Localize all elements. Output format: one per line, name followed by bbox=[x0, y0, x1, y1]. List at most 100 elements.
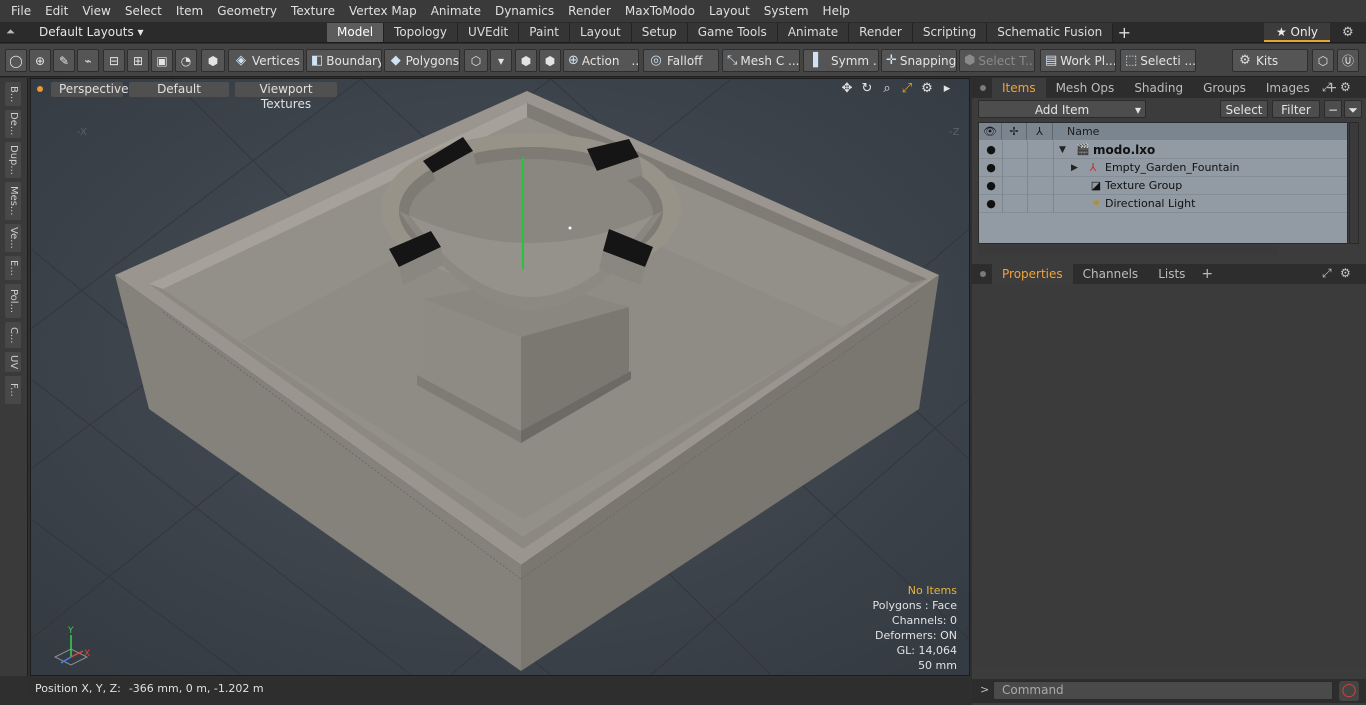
record-macro-icon[interactable]: ◯ bbox=[1339, 681, 1359, 701]
menu-render[interactable]: Render bbox=[561, 0, 618, 22]
item-row-directional-light[interactable]: ● ☀ Directional Light bbox=[979, 195, 1347, 213]
add-layout-tab-button[interactable]: + bbox=[1113, 23, 1135, 42]
mesh-constraint-button[interactable]: ⤡ Mesh C ... bbox=[722, 49, 800, 72]
vertices-button[interactable]: ◈ Vertices bbox=[228, 49, 304, 72]
command-input[interactable]: Command bbox=[993, 681, 1333, 700]
tab-groups[interactable]: Groups bbox=[1193, 78, 1256, 98]
viewport-menu-dot-icon[interactable] bbox=[37, 86, 43, 92]
symmetry-button[interactable]: ▐Symm ... bbox=[803, 49, 879, 72]
left-strip-tab-6[interactable]: Pol... bbox=[5, 284, 21, 318]
select-through-button[interactable]: ⬢ Select T... bbox=[959, 49, 1035, 72]
cube-select-icon[interactable]: ⬢ bbox=[515, 49, 537, 72]
menu-edit[interactable]: Edit bbox=[38, 0, 75, 22]
tab-lists[interactable]: Lists bbox=[1148, 264, 1195, 284]
properties-gear-icon[interactable]: ⚙ bbox=[1340, 266, 1351, 280]
menu-animate[interactable]: Animate bbox=[424, 0, 488, 22]
menu-vertex-map[interactable]: Vertex Map bbox=[342, 0, 424, 22]
tab-channels[interactable]: Channels bbox=[1073, 264, 1149, 284]
tab-images[interactable]: Images bbox=[1256, 78, 1320, 98]
menu-layout[interactable]: Layout bbox=[702, 0, 757, 22]
menu-maxtomodo[interactable]: MaxToModo bbox=[618, 0, 702, 22]
globe-icon[interactable]: ⊕ bbox=[29, 49, 51, 72]
menu-texture[interactable]: Texture bbox=[284, 0, 342, 22]
add-item-button[interactable]: Add Item ▾ bbox=[978, 100, 1146, 118]
viewport-textures-dropdown[interactable]: Viewport Textures bbox=[235, 81, 337, 111]
menu-system[interactable]: System bbox=[757, 0, 816, 22]
pen-icon[interactable]: ✎ bbox=[53, 49, 75, 72]
item-row-modo[interactable]: ● ▼ 🎬 modo.lxo bbox=[979, 141, 1347, 159]
layout-tab-topology[interactable]: Topology bbox=[384, 23, 459, 42]
layout-home-icon[interactable]: ⏶ bbox=[6, 25, 22, 40]
view-perspective-dropdown[interactable]: Perspective bbox=[51, 81, 129, 97]
layout-tab-schematic-fusion[interactable]: Schematic Fusion bbox=[987, 23, 1114, 42]
cube-settings-icon[interactable]: ⬢ bbox=[539, 49, 561, 72]
tab-properties[interactable]: Properties bbox=[992, 264, 1073, 284]
expand-arrow-icon[interactable]: ▶ bbox=[1071, 159, 1078, 177]
3d-viewport[interactable]: -X -Z Y X Perspective Default Viewport T… bbox=[30, 78, 970, 676]
layout-tab-uvedit[interactable]: UVEdit bbox=[458, 23, 520, 42]
left-strip-tab-9[interactable]: F... bbox=[5, 376, 21, 404]
layout-tab-scripting[interactable]: Scripting bbox=[912, 23, 988, 42]
left-strip-tab-5[interactable]: E... bbox=[5, 256, 21, 280]
visibility-eye-icon[interactable]: ● bbox=[983, 142, 999, 158]
viewport-expand-icon[interactable]: ▸ bbox=[939, 81, 955, 97]
panel-gear-icon[interactable]: ⚙ bbox=[1340, 80, 1351, 94]
layout-tab-setup[interactable]: Setup bbox=[631, 23, 688, 42]
layout-tab-game-tools[interactable]: Game Tools bbox=[687, 23, 778, 42]
center-icon[interactable]: ⊞ bbox=[127, 49, 149, 72]
menu-geometry[interactable]: Geometry bbox=[210, 0, 284, 22]
select-mode-circle-icon[interactable]: ◯ bbox=[5, 49, 27, 72]
visibility-eye-icon[interactable]: ● bbox=[983, 160, 999, 176]
kits-button[interactable]: ⚙ Kits bbox=[1232, 49, 1308, 72]
menu-view[interactable]: View bbox=[75, 0, 117, 22]
polygons-button[interactable]: ◆ Polygons bbox=[384, 49, 460, 72]
left-strip-tab-8[interactable]: UV bbox=[5, 352, 21, 372]
menu-dynamics[interactable]: Dynamics bbox=[488, 0, 561, 22]
properties-panel-menu-dot-icon[interactable] bbox=[980, 271, 986, 277]
left-strip-tab-3[interactable]: Mes... bbox=[5, 182, 21, 220]
item-row-texture-group[interactable]: ● ◪ Texture Group bbox=[979, 177, 1347, 195]
menu-help[interactable]: Help bbox=[816, 0, 857, 22]
boundary-button[interactable]: ◧ Boundary bbox=[306, 49, 382, 72]
action-center-button[interactable]: ⊕Action... bbox=[563, 49, 639, 72]
item-list-scrollbar[interactable] bbox=[1349, 122, 1359, 244]
viewport-gear-icon[interactable]: ⚙ bbox=[919, 81, 935, 97]
item-mode-icon[interactable]: ⬢ bbox=[201, 49, 225, 72]
visibility-eye-icon[interactable]: ● bbox=[983, 178, 999, 194]
menu-select[interactable]: Select bbox=[118, 0, 169, 22]
items-panel-menu-dot-icon[interactable] bbox=[980, 85, 986, 91]
default-layouts-dropdown[interactable]: Default Layouts ▾ bbox=[39, 22, 144, 43]
only-button[interactable]: ★ Only bbox=[1264, 23, 1330, 42]
chevron-down-icon[interactable]: ▾ bbox=[490, 49, 512, 72]
left-strip-tab-7[interactable]: C... bbox=[5, 322, 21, 348]
transform-icon[interactable]: ⊟ bbox=[103, 49, 125, 72]
left-strip-tab-4[interactable]: Ve... bbox=[5, 224, 21, 252]
tab-shading[interactable]: Shading bbox=[1124, 78, 1193, 98]
pan-icon[interactable]: ✥ bbox=[839, 81, 855, 97]
snapping-button[interactable]: ✛ Snapping bbox=[881, 49, 957, 72]
rotate-icon[interactable]: ◔ bbox=[175, 49, 197, 72]
zoom-icon[interactable]: ⌕ bbox=[879, 81, 895, 97]
layout-tab-animate[interactable]: Animate bbox=[777, 23, 850, 42]
visibility-eye-icon[interactable]: ● bbox=[983, 196, 999, 212]
gear-icon[interactable]: ⚙ bbox=[1342, 25, 1354, 40]
tab-mesh-ops[interactable]: Mesh Ops bbox=[1046, 78, 1125, 98]
expand-arrow-icon[interactable]: ▼ bbox=[1059, 141, 1066, 159]
left-strip-tab-2[interactable]: Dup... bbox=[5, 142, 21, 178]
select-button[interactable]: Select bbox=[1220, 100, 1268, 118]
left-strip-tab-0[interactable]: B... bbox=[5, 82, 21, 106]
properties-expand-icon[interactable]: ⤢ bbox=[1322, 266, 1332, 281]
unreal-icon[interactable]: Ⓤ bbox=[1337, 49, 1359, 72]
filter-button[interactable]: Filter bbox=[1272, 100, 1320, 118]
visibility-column-eye-icon[interactable]: 👁 bbox=[979, 123, 1002, 140]
left-strip-tab-1[interactable]: De... bbox=[5, 110, 21, 138]
layout-tab-render[interactable]: Render bbox=[849, 23, 913, 42]
collapse-icon[interactable]: − bbox=[1324, 100, 1342, 118]
tab-items[interactable]: Items bbox=[992, 78, 1046, 98]
item-list-horizontal-scrollbar[interactable] bbox=[978, 245, 1278, 255]
funnel-icon[interactable]: ⏷ bbox=[1344, 100, 1362, 118]
panel-expand-icon[interactable]: ⤢ bbox=[1322, 80, 1332, 95]
shading-default-dropdown[interactable]: Default bbox=[129, 81, 229, 97]
item-list[interactable]: 👁 ✢ ⅄ Name ● ▼ 🎬 modo.lxo ● ▶ ⅄ Empty_Ga… bbox=[978, 122, 1348, 244]
name-column-header[interactable]: Name bbox=[1053, 123, 1347, 140]
